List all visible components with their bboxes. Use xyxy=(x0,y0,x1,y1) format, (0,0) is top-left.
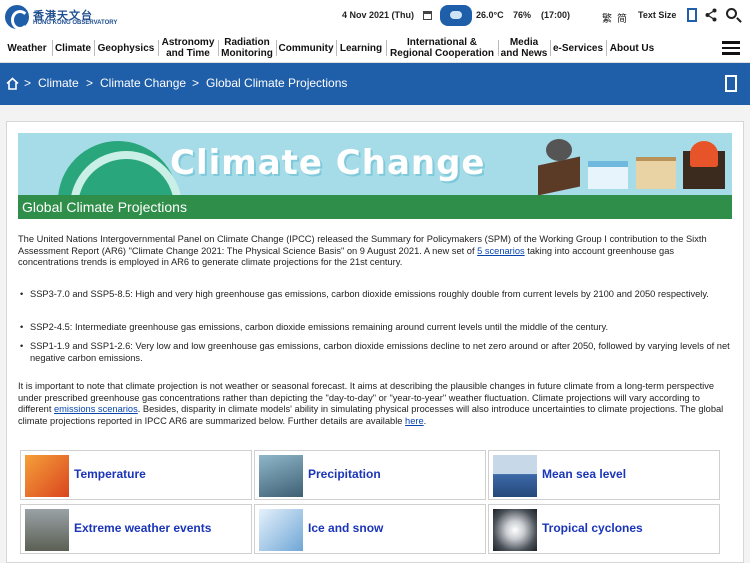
nav-divider xyxy=(276,40,277,56)
banner-title: Climate Change xyxy=(170,143,486,183)
bookmark-icon[interactable] xyxy=(687,8,697,22)
main-navigation: Weather Climate Geophysics Astronomy and … xyxy=(0,33,750,63)
breadcrumb-separator: > xyxy=(24,76,32,90)
nav-item-climate[interactable]: Climate xyxy=(54,33,92,63)
further-details-link[interactable]: here xyxy=(405,416,424,426)
nav-item-learning[interactable]: Learning xyxy=(338,33,384,63)
add-bookmark-icon[interactable] xyxy=(725,75,737,92)
flood-illustration xyxy=(588,161,628,189)
nav-divider xyxy=(158,40,159,56)
tile-label: Mean sea level xyxy=(542,467,627,481)
intro-paragraph: The United Nations Intergovernmental Pan… xyxy=(18,234,707,268)
hko-logo-icon xyxy=(5,5,29,30)
section-title: Global Climate Projections xyxy=(22,199,187,215)
lang-traditional-link[interactable]: 繁 xyxy=(602,10,612,25)
tile-extreme-weather-events[interactable]: Extreme weather events xyxy=(20,504,252,554)
nav-divider xyxy=(550,40,551,56)
tropical-cyclone-thumbnail xyxy=(493,509,537,551)
emissions-scenarios-link[interactable]: emissions scenarios xyxy=(54,404,138,414)
top-bar: 香港天文台 HONG KONG OBSERVATORY 4 Nov 2021 (… xyxy=(0,0,750,33)
share-icon[interactable] xyxy=(705,8,717,22)
current-date: 4 Nov 2021 (Thu) xyxy=(342,10,415,20)
note-paragraph: It is important to note that climate pro… xyxy=(18,381,724,426)
text-size-button[interactable]: Text Size xyxy=(638,10,676,20)
menu-icon[interactable] xyxy=(722,41,740,55)
nav-divider xyxy=(218,40,219,56)
scenarios-link[interactable]: 5 scenarios xyxy=(477,246,525,256)
temperature-thumbnail xyxy=(25,455,69,497)
tile-label: Ice and snow xyxy=(308,521,384,535)
tile-temperature[interactable]: Temperature xyxy=(20,450,252,500)
breadcrumb-separator: > xyxy=(192,76,200,90)
nav-item-geophysics[interactable]: Geophysics xyxy=(96,33,156,63)
current-humidity: 76% xyxy=(513,10,532,20)
nav-divider xyxy=(94,40,95,56)
observation-time: (17:00) xyxy=(541,10,571,20)
cloudy-weather-icon[interactable] xyxy=(440,5,472,26)
tile-tropical-cyclones[interactable]: Tropical cyclones xyxy=(488,504,720,554)
ice-snow-thumbnail xyxy=(259,509,303,551)
nav-item-about-us[interactable]: About Us xyxy=(608,33,656,63)
nav-item-radiation-monitoring[interactable]: Radiation Monitoring xyxy=(220,33,274,63)
dead-tree-illustration xyxy=(636,157,676,189)
list-item: SSP1-1.9 and SSP1-2.6: Very low and low … xyxy=(20,341,730,364)
nav-divider xyxy=(498,40,499,56)
list-item: SSP2-4.5: Intermediate greenhouse gas em… xyxy=(20,322,730,334)
nav-item-e-services[interactable]: e-Services xyxy=(552,33,604,63)
nav-item-weather[interactable]: Weather xyxy=(4,33,50,63)
current-temperature: 26.0°C xyxy=(476,10,504,20)
lang-simplified-link[interactable]: 简 xyxy=(617,10,627,25)
tile-label: Extreme weather events xyxy=(74,521,212,535)
smoke-illustration xyxy=(546,139,572,161)
nav-divider xyxy=(52,40,53,56)
sea-level-thumbnail xyxy=(493,455,537,497)
tile-label: Precipitation xyxy=(308,467,381,481)
hko-logo[interactable]: 香港天文台 HONG KONG OBSERVATORY xyxy=(5,5,123,30)
flame-illustration xyxy=(690,141,718,167)
breadcrumb-separator: > xyxy=(86,76,94,90)
home-icon[interactable] xyxy=(6,77,19,90)
tile-label: Tropical cyclones xyxy=(542,521,643,535)
nav-divider xyxy=(606,40,607,56)
breadcrumb: > Climate > Climate Change > Global Clim… xyxy=(0,63,750,105)
nav-item-astronomy-and-time[interactable]: Astronomy and Time xyxy=(160,33,216,63)
nav-divider xyxy=(336,40,337,56)
tile-label: Temperature xyxy=(74,467,146,481)
extreme-weather-thumbnail xyxy=(25,509,69,551)
breadcrumb-item-climate[interactable]: Climate xyxy=(38,76,79,90)
breadcrumb-item-current: Global Climate Projections xyxy=(206,76,348,90)
logo-english-name: HONG KONG OBSERVATORY xyxy=(33,20,118,26)
list-item: SSP3-7.0 and SSP5-8.5: High and very hig… xyxy=(20,289,730,301)
tile-ice-and-snow[interactable]: Ice and snow xyxy=(254,504,486,554)
breadcrumb-item-climate-change[interactable]: Climate Change xyxy=(100,76,186,90)
nav-item-media-and-news[interactable]: Media and News xyxy=(500,33,548,63)
search-icon[interactable] xyxy=(726,8,737,19)
calendar-icon[interactable] xyxy=(423,11,432,20)
tile-mean-sea-level[interactable]: Mean sea level xyxy=(488,450,720,500)
tile-precipitation[interactable]: Precipitation xyxy=(254,450,486,500)
nav-item-international-cooperation[interactable]: International & Regional Cooperation xyxy=(388,33,496,63)
climate-change-banner: Climate Change xyxy=(18,133,732,195)
section-header: Global Climate Projections xyxy=(18,195,732,219)
nav-item-community[interactable]: Community xyxy=(278,33,334,63)
smokestack-illustration xyxy=(538,156,580,195)
nav-divider xyxy=(386,40,387,56)
precipitation-thumbnail xyxy=(259,455,303,497)
globe-illustration xyxy=(58,141,182,195)
